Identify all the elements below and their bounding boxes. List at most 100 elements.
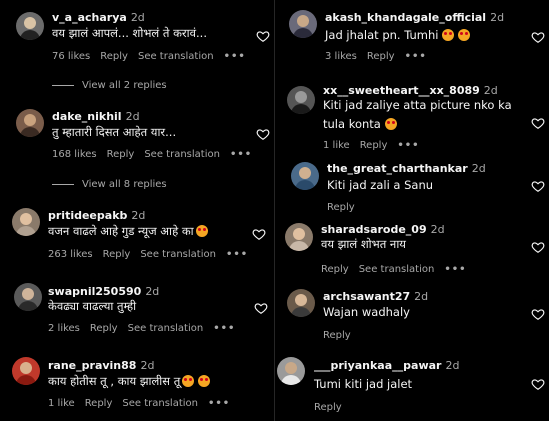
more-options-icon[interactable]: ••• (444, 264, 466, 275)
comment-age: 2d (125, 110, 140, 123)
like-heart-icon[interactable] (531, 306, 545, 320)
comment-item: xx__sweetheart__xx_8089 2d Kiti jad zaliy… (275, 80, 549, 155)
like-heart-icon[interactable] (252, 226, 266, 240)
likes-count[interactable]: 1 like (48, 398, 75, 409)
comment-username[interactable]: ___priyankaa__pawar 2d (314, 359, 459, 372)
more-options-icon[interactable]: ••• (230, 149, 252, 160)
like-heart-icon[interactable] (531, 178, 545, 192)
comment-username[interactable]: pritideepakb 2d (48, 209, 145, 222)
reply-button[interactable]: Reply (107, 149, 135, 160)
comment-text: वजन वाढले आहे गुड न्यूज आहे का (48, 224, 208, 239)
comment-text: वय झालं शोभत नाय (321, 237, 406, 251)
comment-username[interactable]: rane_pravin88 2d (48, 359, 154, 372)
comment-username[interactable]: akash_khandagale_official 2d (325, 11, 504, 24)
avatar[interactable] (14, 283, 42, 311)
likes-count[interactable]: 76 likes (52, 51, 90, 62)
right-comments-column: akash_khandagale_official 2d Jad jhalat p… (275, 0, 549, 421)
comment-item: archsawant27 2d Wajan wadhaly Reply (275, 286, 549, 346)
more-options-icon[interactable]: ••• (213, 323, 235, 334)
heart-eyes-emoji-icon (195, 225, 208, 237)
comment-meta: 263 likes Reply See translation ••• (48, 249, 258, 260)
comment-age: 2d (414, 290, 429, 303)
likes-count[interactable]: 168 likes (52, 149, 97, 160)
more-options-icon[interactable]: ••• (405, 51, 427, 62)
reply-button[interactable]: Reply (323, 330, 351, 341)
reply-button[interactable]: Reply (327, 202, 355, 213)
comment-username[interactable]: the_great_charthankar 2d (327, 162, 486, 175)
comment-text: Kiti jad zali a Sanu (327, 178, 434, 192)
view-replies-button[interactable]: View all 8 replies (52, 179, 167, 190)
avatar[interactable] (289, 10, 317, 38)
avatar[interactable] (16, 12, 44, 40)
avatar[interactable] (287, 86, 315, 114)
reply-button[interactable]: Reply (321, 264, 349, 275)
more-options-icon[interactable]: ••• (224, 51, 246, 62)
likes-count[interactable]: 1 like (323, 140, 350, 151)
likes-count[interactable]: 3 likes (325, 51, 357, 62)
reply-button[interactable]: Reply (367, 51, 395, 62)
like-heart-icon[interactable] (531, 115, 545, 129)
comment-text-line-2: tula konta (323, 117, 397, 131)
laughing-emoji-icon (198, 375, 211, 387)
avatar[interactable] (287, 289, 315, 317)
like-heart-icon[interactable] (531, 29, 545, 43)
view-replies-button[interactable]: View all 2 replies (52, 80, 167, 91)
avatar[interactable] (277, 357, 305, 385)
comment-age: 2d (483, 84, 498, 97)
see-translation-button[interactable]: See translation (359, 264, 435, 275)
reply-button[interactable]: Reply (100, 51, 128, 62)
more-options-icon[interactable]: ••• (226, 249, 248, 260)
reply-button[interactable]: Reply (103, 249, 131, 260)
reply-button[interactable]: Reply (314, 402, 342, 413)
comment-meta: 76 likes Reply See translation ••• (52, 51, 256, 62)
likes-count[interactable]: 2 likes (48, 323, 80, 334)
like-heart-icon[interactable] (254, 300, 268, 314)
comment-item: akash_khandagale_official 2d Jad jhalat p… (275, 8, 549, 68)
comment-meta: 2 likes Reply See translation ••• (48, 323, 245, 334)
reply-button[interactable]: Reply (85, 398, 113, 409)
laughing-emoji-icon (458, 29, 471, 41)
like-heart-icon[interactable] (256, 28, 270, 42)
reply-button[interactable]: Reply (90, 323, 118, 334)
comment-meta: 1 like Reply See translation ••• (48, 398, 240, 409)
avatar[interactable] (285, 223, 313, 251)
comment-age: 2d (430, 223, 445, 236)
comment-username[interactable]: v_a_acharya 2d (52, 11, 145, 24)
comment-item: rane_pravin88 2d काय होतीस तू , काय झालीस… (0, 356, 274, 416)
comment-meta: 3 likes Reply ••• (325, 51, 437, 62)
more-options-icon[interactable]: ••• (208, 398, 230, 409)
comment-item: swapnil250590 2d केवढ्या वाढल्या तुम्ही 2… (0, 281, 274, 341)
reply-button[interactable]: Reply (360, 140, 388, 151)
comment-item: v_a_acharya 2d वय झालं आपलं... शोभलं ते क… (0, 8, 274, 103)
comment-username[interactable]: swapnil250590 2d (48, 285, 159, 298)
avatar[interactable] (12, 357, 40, 385)
comment-text: Tumi kiti jad jalet (314, 377, 413, 391)
comment-meta: Reply (327, 202, 365, 213)
comment-username[interactable]: sharadsarode_09 2d (321, 223, 445, 236)
comment-username[interactable]: archsawant27 2d (323, 290, 428, 303)
more-options-icon[interactable]: ••• (397, 140, 419, 151)
like-heart-icon[interactable] (256, 126, 270, 140)
likes-count[interactable]: 263 likes (48, 249, 93, 260)
see-translation-button[interactable]: See translation (128, 323, 204, 334)
comment-meta: Reply See translation ••• (321, 264, 477, 275)
avatar[interactable] (12, 208, 40, 236)
comment-username[interactable]: dake_nikhil 2d (52, 110, 140, 123)
like-heart-icon[interactable] (531, 376, 545, 390)
comment-meta: 168 likes Reply See translation ••• (52, 149, 262, 160)
comment-username[interactable]: xx__sweetheart__xx_8089 2d (323, 84, 498, 97)
see-translation-button[interactable]: See translation (138, 51, 214, 62)
see-translation-button[interactable]: See translation (144, 149, 220, 160)
comment-age: 2d (445, 359, 460, 372)
see-translation-button[interactable]: See translation (122, 398, 198, 409)
left-comments-column: v_a_acharya 2d वय झालं आपलं... शोभलं ते क… (0, 0, 274, 421)
comment-age: 2d (140, 359, 155, 372)
comment-age: 2d (471, 162, 486, 175)
avatar[interactable] (16, 109, 44, 137)
comment-item: dake_nikhil 2d तु म्हातारी दिसत आहेत यार.… (0, 107, 274, 202)
comment-item: pritideepakb 2d वजन वाढले आहे गुड न्यूज आ… (0, 206, 274, 266)
like-heart-icon[interactable] (531, 239, 545, 253)
comment-meta: Reply (323, 330, 361, 341)
see-translation-button[interactable]: See translation (140, 249, 216, 260)
avatar[interactable] (291, 162, 319, 190)
